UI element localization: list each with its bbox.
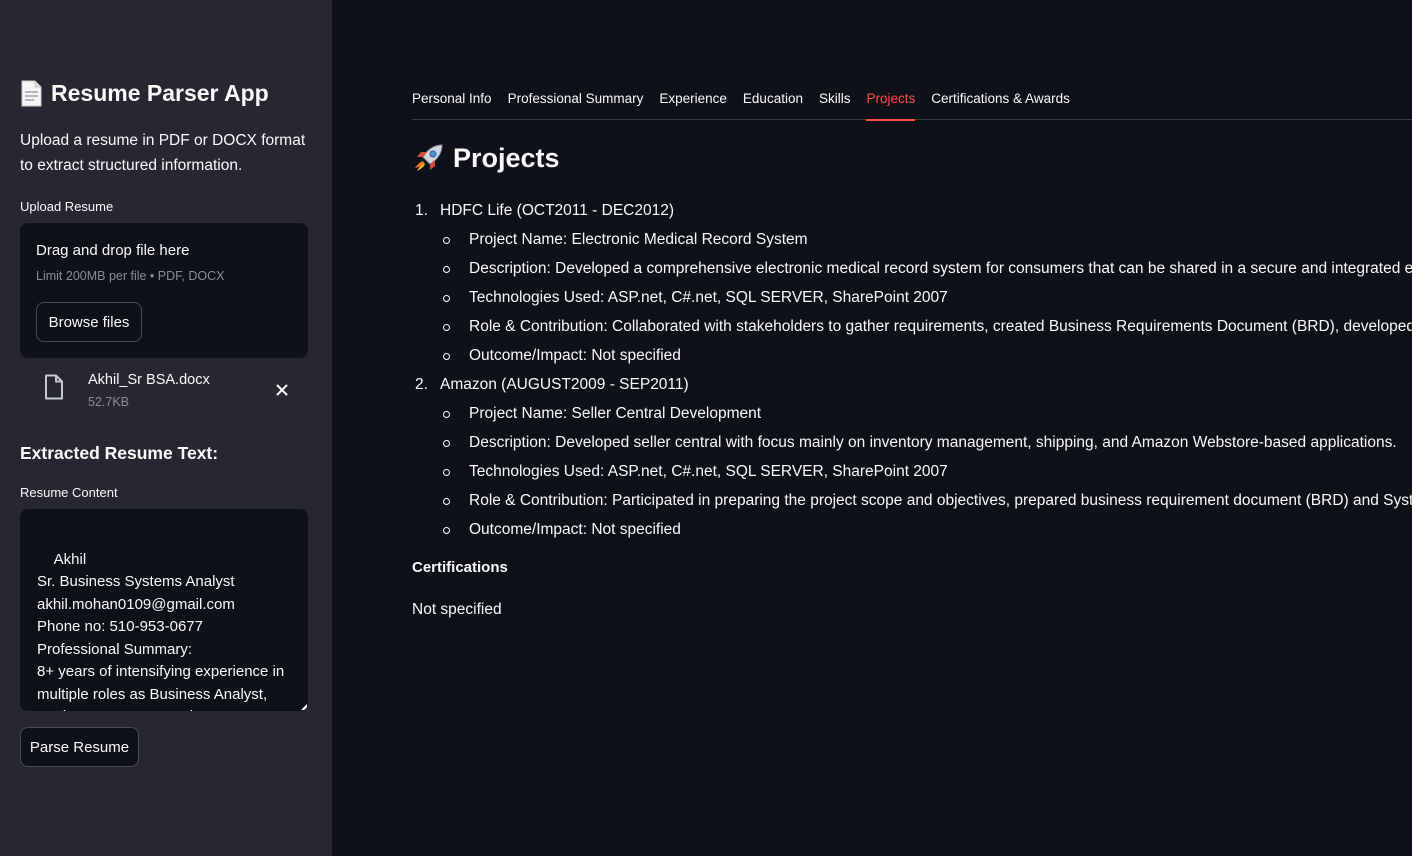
list-item: Role & Contribution: Participated in pre… (412, 486, 1412, 515)
list-item: Technologies Used: ASP.net, C#.net, SQL … (412, 283, 1412, 312)
certifications-heading: Certifications (412, 559, 508, 576)
rocket-icon (412, 142, 445, 175)
upload-label: Upload Resume (20, 199, 114, 214)
resume-content-text: Akhil Sr. Business Systems Analyst akhil… (37, 550, 285, 712)
list-item: Description: Developed seller central wi… (412, 428, 1412, 457)
list-item: Role & Contribution: Collaborated with s… (412, 312, 1412, 341)
tab-experience[interactable]: Experience (659, 88, 727, 120)
tab-projects[interactable]: Projects (866, 88, 915, 121)
file-name: Akhil_Sr BSA.docx (88, 372, 210, 388)
tab-professional-summary[interactable]: Professional Summary (508, 88, 644, 120)
resume-content-label: Resume Content (20, 485, 118, 500)
browse-files-button[interactable]: Browse files (36, 302, 142, 342)
file-icon (44, 374, 64, 405)
parse-resume-button[interactable]: Parse Resume (20, 727, 139, 767)
app-title-text: Resume Parser App (51, 80, 269, 106)
list-item: Description: Developed a comprehensive e… (412, 254, 1412, 283)
close-icon[interactable] (272, 380, 292, 400)
list-item: Project Name: Electronic Medical Record … (412, 225, 1412, 254)
project-number: 2. (415, 376, 428, 393)
list-item: 1. HDFC Life (OCT2011 - DEC2012) (412, 196, 1412, 225)
tab-personal-info[interactable]: Personal Info (412, 88, 492, 120)
project-title: HDFC Life (OCT2011 - DEC2012) (440, 202, 675, 219)
projects-list: 1. HDFC Life (OCT2011 - DEC2012) Project… (412, 196, 1412, 544)
resume-content-textarea[interactable]: Akhil Sr. Business Systems Analyst akhil… (20, 509, 308, 711)
tab-certifications-awards[interactable]: Certifications & Awards (931, 88, 1070, 120)
project-number: 1. (415, 202, 428, 219)
tab-bar: Personal Info Professional Summary Exper… (412, 88, 1412, 121)
resize-handle-icon[interactable] (301, 704, 307, 710)
file-dropzone[interactable]: Drag and drop file here Limit 200MB per … (20, 223, 308, 358)
document-icon (20, 80, 43, 107)
list-item: Project Name: Seller Central Development (412, 399, 1412, 428)
tab-skills[interactable]: Skills (819, 88, 851, 120)
dropzone-title: Drag and drop file here (36, 242, 190, 259)
section-heading: Projects (412, 142, 560, 175)
list-item: Outcome/Impact: Not specified (412, 341, 1412, 370)
list-item: Technologies Used: ASP.net, C#.net, SQL … (412, 457, 1412, 486)
project-title: Amazon (AUGUST2009 - SEP2011) (440, 376, 689, 393)
uploaded-file: Akhil_Sr BSA.docx 52.7KB (20, 366, 308, 416)
main-content: Personal Info Professional Summary Exper… (332, 0, 1412, 856)
file-size: 52.7KB (88, 395, 130, 409)
app-title: Resume Parser App (20, 80, 269, 107)
certifications-value: Not specified (412, 601, 502, 618)
extracted-text-heading: Extracted Resume Text: (20, 443, 219, 463)
app-description: Upload a resume in PDF or DOCX format to… (20, 132, 306, 174)
list-item: Outcome/Impact: Not specified (412, 515, 1412, 544)
sidebar: Resume Parser App Upload a resume in PDF… (0, 0, 332, 856)
section-title: Projects (453, 143, 560, 173)
dropzone-limit: Limit 200MB per file • PDF, DOCX (36, 269, 225, 283)
tab-education[interactable]: Education (743, 88, 803, 120)
list-item: 2. Amazon (AUGUST2009 - SEP2011) (412, 370, 1412, 399)
